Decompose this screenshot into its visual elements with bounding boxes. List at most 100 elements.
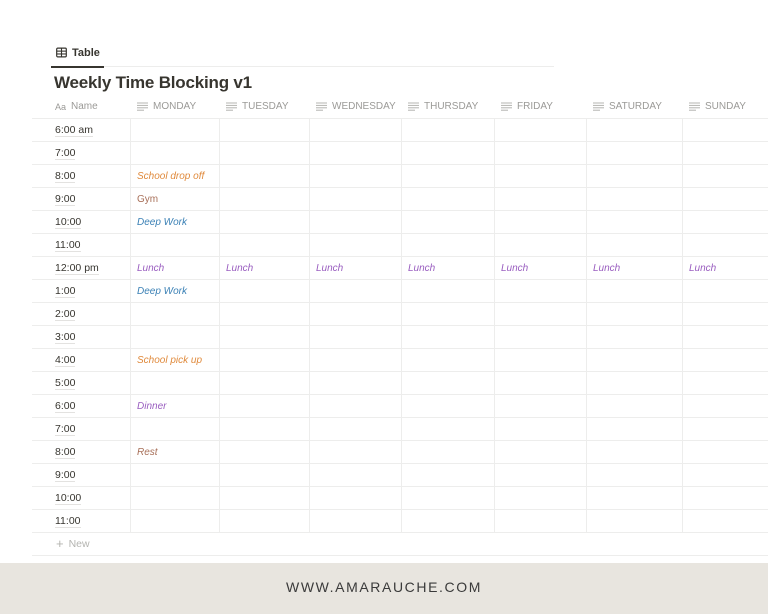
column-header-friday[interactable]: FRIDAY [495, 95, 587, 118]
day-cell-monday[interactable]: Gym [131, 188, 220, 210]
time-name-cell[interactable]: 8:00 [32, 441, 131, 463]
day-cell-wednesday[interactable] [310, 211, 402, 233]
day-cell-tuesday[interactable]: Lunch [220, 257, 310, 279]
day-cell-monday[interactable] [131, 464, 220, 486]
day-cell-monday[interactable] [131, 326, 220, 348]
tab-table-view[interactable]: Table [51, 38, 104, 68]
database-title[interactable]: Weekly Time Blocking v1 [54, 73, 252, 93]
day-cell-tuesday[interactable] [220, 487, 310, 509]
day-cell-tuesday[interactable] [220, 441, 310, 463]
day-cell-friday[interactable] [495, 441, 587, 463]
day-cell-friday[interactable] [495, 211, 587, 233]
day-cell-wednesday[interactable] [310, 165, 402, 187]
column-header-name[interactable]: Aa Name [32, 95, 131, 118]
table-row[interactable]: 8:00 Rest [32, 441, 768, 464]
table-row[interactable]: 5:00 [32, 372, 768, 395]
day-cell-thursday[interactable] [402, 165, 495, 187]
day-cell-friday[interactable] [495, 395, 587, 417]
day-cell-saturday[interactable] [587, 349, 683, 371]
time-name-cell[interactable]: 1:00 [32, 280, 131, 302]
day-cell-sunday[interactable] [683, 234, 768, 256]
day-cell-sunday[interactable] [683, 188, 768, 210]
new-row-button[interactable]: + New [32, 533, 768, 556]
day-cell-wednesday[interactable] [310, 142, 402, 164]
day-cell-friday[interactable] [495, 510, 587, 532]
day-cell-sunday[interactable] [683, 487, 768, 509]
day-cell-sunday[interactable] [683, 119, 768, 141]
time-name-cell[interactable]: 5:00 [32, 372, 131, 394]
day-cell-monday[interactable] [131, 303, 220, 325]
column-header-sunday[interactable]: SUNDAY [683, 95, 768, 118]
day-cell-saturday[interactable] [587, 487, 683, 509]
day-cell-wednesday[interactable] [310, 303, 402, 325]
table-row[interactable]: 9:00 [32, 464, 768, 487]
day-cell-monday[interactable]: Lunch [131, 257, 220, 279]
day-cell-wednesday[interactable] [310, 234, 402, 256]
day-cell-monday[interactable] [131, 510, 220, 532]
day-cell-tuesday[interactable] [220, 142, 310, 164]
day-cell-saturday[interactable] [587, 211, 683, 233]
day-cell-monday[interactable]: Deep Work [131, 211, 220, 233]
day-cell-wednesday[interactable] [310, 372, 402, 394]
day-cell-friday[interactable] [495, 119, 587, 141]
day-cell-saturday[interactable] [587, 165, 683, 187]
day-cell-sunday[interactable] [683, 280, 768, 302]
day-cell-thursday[interactable] [402, 372, 495, 394]
table-row[interactable]: 9:00 Gym [32, 188, 768, 211]
day-cell-monday[interactable] [131, 142, 220, 164]
day-cell-friday[interactable] [495, 349, 587, 371]
table-row[interactable]: 7:00 [32, 418, 768, 441]
day-cell-wednesday[interactable] [310, 418, 402, 440]
day-cell-tuesday[interactable] [220, 510, 310, 532]
time-name-cell[interactable]: 9:00 [32, 464, 131, 486]
day-cell-sunday[interactable] [683, 349, 768, 371]
day-cell-wednesday[interactable] [310, 280, 402, 302]
day-cell-friday[interactable] [495, 165, 587, 187]
day-cell-tuesday[interactable] [220, 464, 310, 486]
time-name-cell[interactable]: 8:00 [32, 165, 131, 187]
day-cell-thursday[interactable] [402, 234, 495, 256]
table-row[interactable]: 11:00 [32, 510, 768, 533]
day-cell-tuesday[interactable] [220, 303, 310, 325]
day-cell-saturday[interactable] [587, 395, 683, 417]
time-label[interactable]: 11:00 [55, 515, 81, 528]
time-label[interactable]: 1:00 [55, 285, 76, 298]
column-header-saturday[interactable]: SATURDAY [587, 95, 683, 118]
table-row[interactable]: 10:00 Deep Work [32, 211, 768, 234]
time-label[interactable]: 4:00 [55, 354, 76, 367]
time-label[interactable]: 10:00 [55, 492, 82, 505]
time-label[interactable]: 8:00 [55, 446, 76, 459]
day-cell-wednesday[interactable] [310, 395, 402, 417]
day-cell-sunday[interactable] [683, 142, 768, 164]
day-cell-sunday[interactable]: Lunch [683, 257, 768, 279]
day-cell-wednesday[interactable] [310, 464, 402, 486]
day-cell-sunday[interactable] [683, 326, 768, 348]
table-row[interactable]: 6:00 Dinner [32, 395, 768, 418]
day-cell-monday[interactable] [131, 119, 220, 141]
time-name-cell[interactable]: 11:00 [32, 510, 131, 532]
table-row[interactable]: 6:00 am [32, 119, 768, 142]
day-cell-thursday[interactable] [402, 464, 495, 486]
day-cell-thursday[interactable] [402, 441, 495, 463]
time-name-cell[interactable]: 11:00 [32, 234, 131, 256]
day-cell-wednesday[interactable] [310, 510, 402, 532]
day-cell-tuesday[interactable] [220, 165, 310, 187]
column-header-tuesday[interactable]: TUESDAY [220, 95, 310, 118]
table-row[interactable]: 8:00 School drop off [32, 165, 768, 188]
time-label[interactable]: 6:00 [55, 400, 76, 413]
day-cell-saturday[interactable] [587, 372, 683, 394]
day-cell-thursday[interactable] [402, 510, 495, 532]
time-name-cell[interactable]: 6:00 am [32, 119, 131, 141]
day-cell-wednesday[interactable] [310, 188, 402, 210]
day-cell-thursday[interactable] [402, 395, 495, 417]
day-cell-thursday[interactable] [402, 349, 495, 371]
day-cell-friday[interactable] [495, 487, 587, 509]
day-cell-sunday[interactable] [683, 441, 768, 463]
table-row[interactable]: 11:00 [32, 234, 768, 257]
day-cell-monday[interactable]: School drop off [131, 165, 220, 187]
day-cell-sunday[interactable] [683, 372, 768, 394]
day-cell-saturday[interactable] [587, 280, 683, 302]
day-cell-wednesday[interactable] [310, 441, 402, 463]
day-cell-friday[interactable] [495, 280, 587, 302]
day-cell-thursday[interactable] [402, 142, 495, 164]
